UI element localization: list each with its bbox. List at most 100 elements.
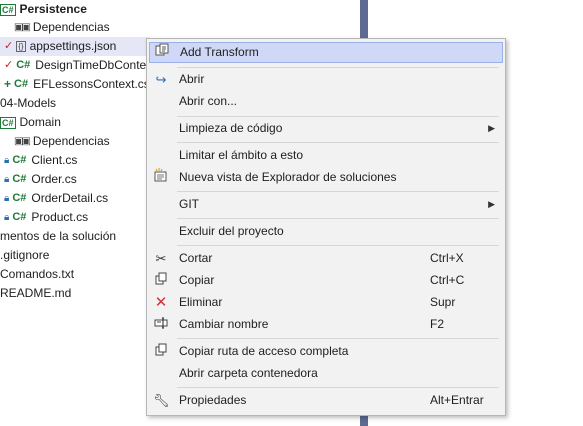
menu-separator (177, 67, 499, 68)
tree-item-label: EFLessonsContext.cs (33, 77, 150, 91)
tree-item-label: 04-Models (0, 96, 57, 110)
tree-item-persistence[interactable]: C# Persistence (0, 0, 87, 19)
menu-item-shortcut: Ctrl+C (430, 273, 465, 287)
dependencies-icon: ▣▣ (14, 136, 31, 147)
menu-item-abrir-con[interactable]: Abrir con... (147, 91, 505, 112)
tree-item-gitignore[interactable]: .gitignore (0, 246, 49, 265)
menu-item-label: Excluir del proyecto (179, 224, 284, 238)
wrench-icon: 🔧︎ (153, 393, 170, 408)
copy-icon (153, 270, 169, 291)
menu-item-shortcut: Alt+Entrar (430, 393, 484, 407)
tree-item-label: README.md (0, 286, 72, 300)
menu-item-cambiar-nombre[interactable]: Cambiar nombre F2 (147, 314, 505, 335)
menu-separator (177, 116, 499, 117)
tree-item-label: Comandos.txt (0, 267, 75, 281)
tree-item-domain[interactable]: C# Domain (0, 113, 61, 132)
menu-item-abrir-carpeta[interactable]: Abrir carpeta contenedora (147, 363, 505, 384)
menu-item-shortcut: Supr (430, 295, 456, 309)
menu-item-nueva-vista[interactable]: Nueva vista de Explorador de soluciones (147, 167, 505, 188)
dependencies-icon: ▣▣ (14, 22, 31, 33)
open-arrow-icon: ↪ (155, 72, 167, 87)
csharp-file-icon: C# (12, 211, 27, 223)
tree-item-dependencies[interactable]: ▣▣ Dependencias (14, 18, 110, 37)
menu-item-propiedades[interactable]: 🔧︎ Propiedades Alt+Entrar (147, 390, 505, 411)
new-view-icon (153, 167, 169, 188)
menu-item-label: Abrir (179, 72, 205, 86)
tree-item-label: OrderDetail.cs (31, 191, 109, 205)
menu-item-label: Abrir carpeta contenedora (179, 366, 318, 380)
menu-item-label: Limpieza de código (179, 121, 283, 135)
scissors-icon: ✂ (155, 251, 167, 266)
csharp-file-icon: C# (12, 154, 27, 166)
tree-item-label: Dependencias (32, 134, 110, 148)
rename-icon (153, 314, 169, 335)
menu-item-label: Copiar ruta de acceso completa (179, 344, 349, 358)
tree-item-models-folder[interactable]: 04-Models (0, 94, 56, 113)
menu-item-label: Cortar (179, 251, 213, 265)
added-plus-icon: + (4, 77, 12, 91)
chevron-right-icon: ▶ (488, 199, 495, 209)
csharp-file-icon: C# (16, 59, 31, 71)
menu-item-copiar[interactable]: Copiar Ctrl+C (147, 270, 505, 291)
tree-item-label: Client.cs (31, 153, 78, 167)
csharp-project-icon: C# (0, 116, 16, 129)
csharp-file-icon: C# (12, 173, 27, 185)
tree-item-label: .gitignore (0, 248, 50, 262)
menu-item-label: Limitar el ámbito a esto (179, 148, 304, 162)
tree-item-label: Dependencias (32, 20, 110, 34)
csharp-file-icon: C# (12, 192, 27, 204)
lock-icon: 🔒︎ (4, 174, 10, 185)
menu-item-excluir[interactable]: Excluir del proyecto (147, 221, 505, 242)
context-menu: Add Transform ↪ Abrir Abrir con... Limpi… (146, 38, 506, 416)
tree-item-client[interactable]: 🔒︎ C# Client.cs (4, 151, 77, 170)
checkmark-icon: ✓ (4, 40, 14, 52)
tree-item-comandos[interactable]: Comandos.txt (0, 265, 74, 284)
menu-separator (177, 218, 499, 219)
add-transform-icon (154, 43, 170, 62)
menu-item-label: Nueva vista de Explorador de soluciones (179, 170, 397, 184)
menu-item-label: Cambiar nombre (179, 317, 269, 331)
lock-icon: 🔒︎ (4, 193, 10, 204)
tree-item-readme[interactable]: README.md (0, 284, 71, 303)
menu-item-label: Eliminar (179, 295, 223, 309)
menu-item-copiar-ruta[interactable]: Copiar ruta de acceso completa (147, 341, 505, 362)
tree-item-order-detail[interactable]: 🔒︎ C# OrderDetail.cs (4, 189, 108, 208)
menu-item-add-transform[interactable]: Add Transform (149, 42, 503, 63)
menu-item-label: Add Transform (180, 45, 259, 59)
menu-item-git[interactable]: GIT ▶ (147, 194, 505, 215)
menu-item-label: Copiar (179, 273, 215, 287)
tree-item-label: Product.cs (31, 210, 89, 224)
tree-item-label: Persistence (19, 2, 87, 16)
json-file-icon: {} (16, 41, 26, 52)
tree-item-product[interactable]: 🔒︎ C# Product.cs (4, 208, 88, 227)
menu-item-cortar[interactable]: ✂ Cortar Ctrl+X (147, 248, 505, 269)
menu-separator (177, 338, 499, 339)
menu-item-shortcut: F2 (430, 317, 445, 331)
tree-item-ef-context[interactable]: + C# EFLessonsContext.cs (4, 75, 150, 94)
menu-item-label: Abrir con... (179, 94, 238, 108)
menu-item-limitar[interactable]: Limitar el ámbito a esto (147, 145, 505, 166)
csharp-project-icon: C# (0, 3, 16, 16)
menu-item-shortcut: Ctrl+X (430, 251, 464, 265)
tree-item-label: mentos de la solución (0, 229, 117, 243)
delete-x-icon: ✕ (154, 294, 168, 311)
menu-item-eliminar[interactable]: ✕ Eliminar Supr (147, 292, 505, 313)
tree-item-label: Order.cs (31, 172, 77, 186)
checkmark-icon: ✓ (4, 59, 14, 71)
tree-item-appsettings[interactable]: ✓ {} appsettings.json (0, 37, 150, 56)
tree-item-order[interactable]: 🔒︎ C# Order.cs (4, 170, 77, 189)
tree-item-domain-dependencies[interactable]: ▣▣ Dependencias (14, 132, 110, 151)
chevron-right-icon: ▶ (488, 123, 495, 133)
menu-item-abrir[interactable]: ↪ Abrir (147, 69, 505, 90)
menu-separator (177, 142, 499, 143)
tree-item-solution-items[interactable]: mentos de la solución (0, 227, 116, 246)
menu-separator (177, 387, 499, 388)
menu-item-limpieza[interactable]: Limpieza de código ▶ (147, 118, 505, 139)
menu-item-label: Propiedades (179, 393, 247, 407)
copy-path-icon (153, 341, 169, 362)
lock-icon: 🔒︎ (4, 155, 10, 166)
tree-item-design-time[interactable]: ✓ C# DesignTimeDbConte (4, 56, 146, 75)
lock-icon: 🔒︎ (4, 212, 10, 223)
tree-item-label: DesignTimeDbConte (35, 58, 147, 72)
menu-item-label: GIT (179, 197, 199, 211)
